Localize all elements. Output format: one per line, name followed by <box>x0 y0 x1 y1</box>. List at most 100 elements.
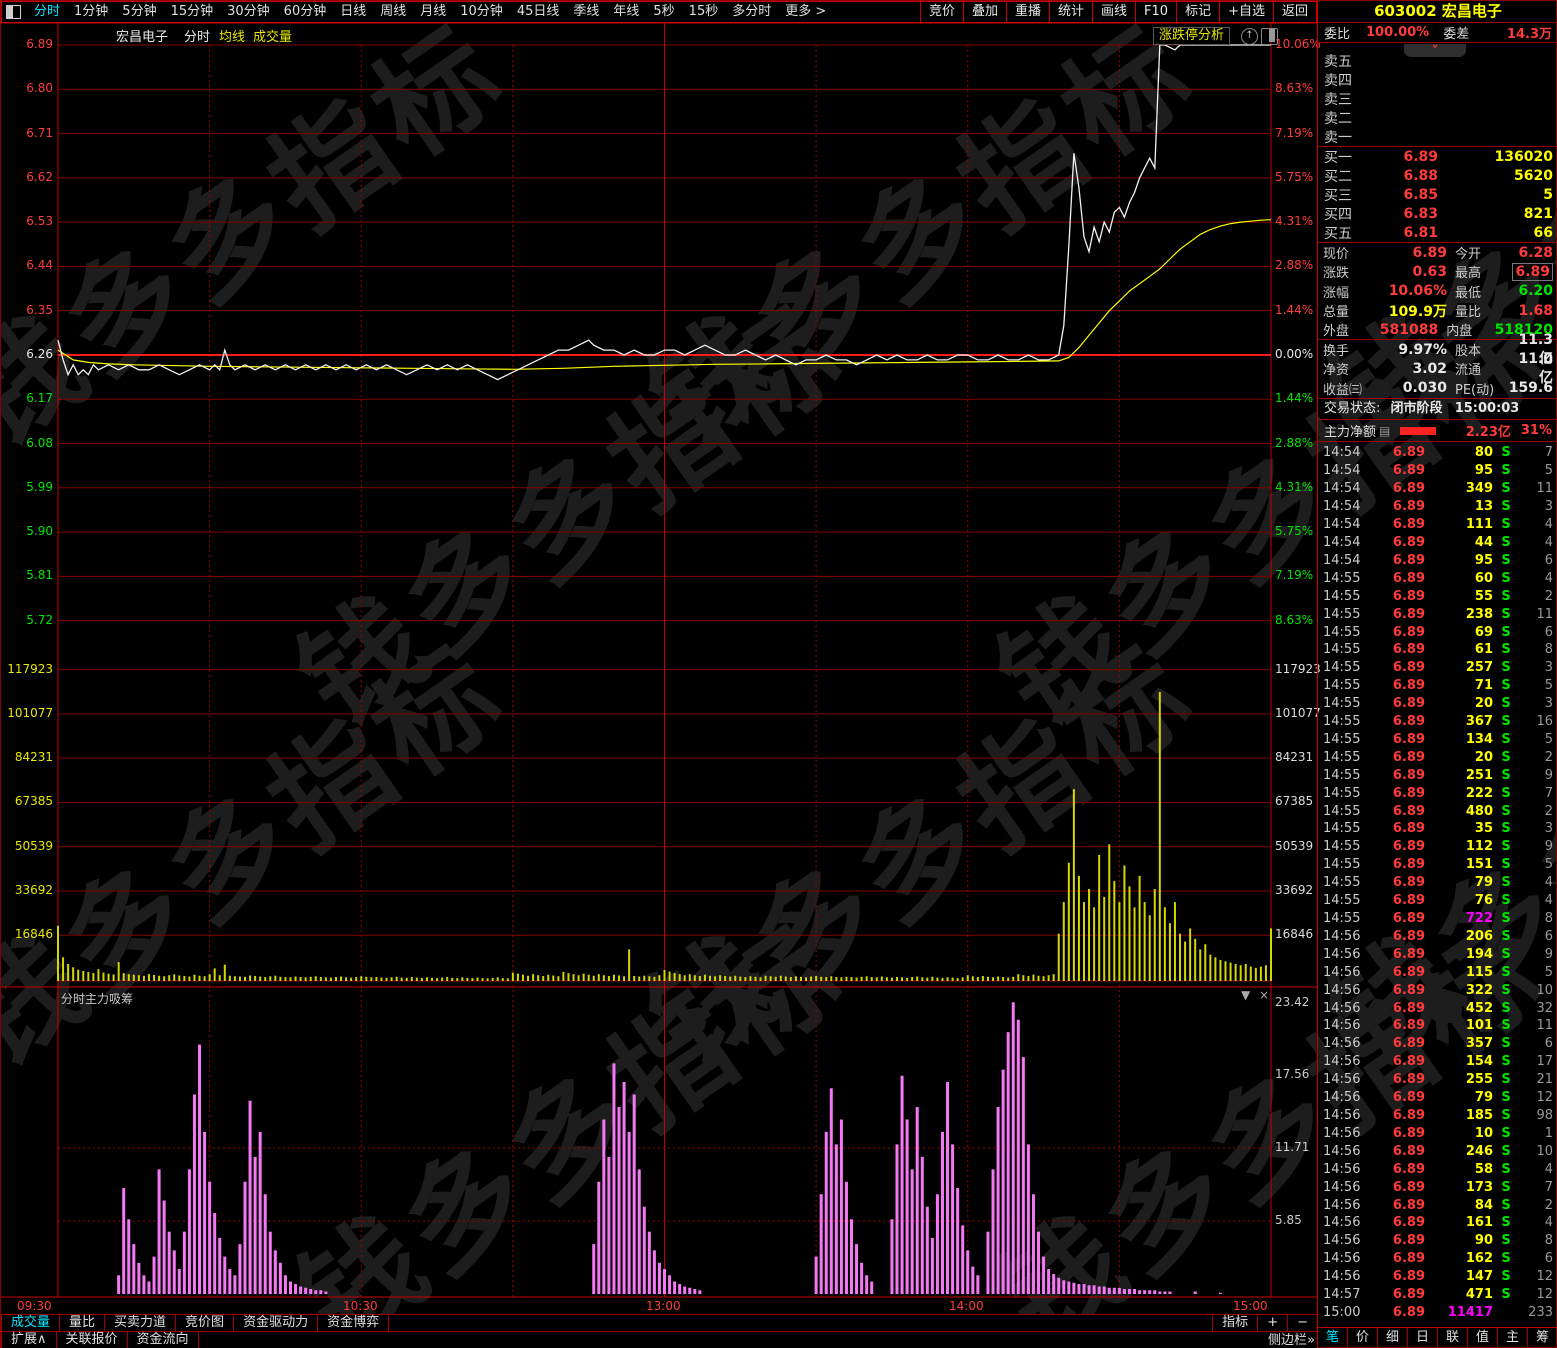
trade-row[interactable]: 14:56 6.89 452 S 32 <box>1318 999 1557 1017</box>
indicator-tab[interactable]: 买卖力道 <box>105 1315 177 1332</box>
buy-level-row[interactable]: 买二 6.88 5620 <box>1318 166 1557 185</box>
trade-row[interactable]: 14:56 6.89 173 S 7 <box>1318 1178 1557 1196</box>
period-tab[interactable]: 日线 <box>333 2 373 22</box>
trade-row[interactable]: 14:57 6.89 471 S 12 <box>1318 1286 1557 1304</box>
period-tab[interactable]: 60分钟 <box>277 2 334 22</box>
trade-row[interactable]: 14:55 6.89 722 S 8 <box>1318 910 1557 928</box>
trade-row[interactable]: 14:56 6.89 90 S 8 <box>1318 1232 1557 1250</box>
trade-row[interactable]: 14:56 6.89 357 S 6 <box>1318 1035 1557 1053</box>
toolbar-button[interactable]: 叠加 <box>962 2 1006 22</box>
trade-row[interactable]: 14:55 6.89 20 S 2 <box>1318 748 1557 766</box>
period-tab[interactable]: 更多 > <box>778 2 833 22</box>
trade-row[interactable]: 14:55 6.89 134 S 5 <box>1318 731 1557 749</box>
indicator-tab[interactable]: 量比 <box>60 1315 106 1332</box>
trade-row[interactable]: 14:54 6.89 80 S 7 <box>1318 444 1557 462</box>
sell-level-row[interactable]: 卖四 <box>1318 70 1557 89</box>
period-tab[interactable]: 1分钟 <box>67 2 115 22</box>
trade-row[interactable]: 14:54 6.89 349 S 11 <box>1318 480 1557 498</box>
trade-row[interactable]: 14:55 6.89 367 S 16 <box>1318 713 1557 731</box>
period-tab[interactable]: 30分钟 <box>220 2 277 22</box>
indicator-remove-button[interactable]: − <box>1287 1315 1317 1332</box>
sell-level-row[interactable]: 卖二 <box>1318 109 1557 128</box>
indicator-tab[interactable]: 成交量 <box>1 1315 61 1332</box>
trade-row[interactable]: 14:55 6.89 61 S 8 <box>1318 641 1557 659</box>
period-tab[interactable]: 多分时 <box>725 2 778 22</box>
toolbar-button[interactable]: 重播 <box>1005 2 1049 22</box>
trade-row[interactable]: 14:54 6.89 95 S 5 <box>1318 462 1557 480</box>
trade-row[interactable]: 14:55 6.89 251 S 9 <box>1318 766 1557 784</box>
panel-tab[interactable]: 值 <box>1468 1328 1498 1348</box>
trade-row[interactable]: 14:56 6.89 161 S 4 <box>1318 1214 1557 1232</box>
panel-tab[interactable]: 日 <box>1408 1328 1438 1348</box>
trade-row[interactable]: 14:56 6.89 84 S 2 <box>1318 1196 1557 1214</box>
trade-row[interactable]: 14:55 6.89 257 S 3 <box>1318 659 1557 677</box>
indicator-label[interactable]: 指标 <box>1212 1315 1257 1332</box>
buy-level-row[interactable]: 买一 6.89 136020 <box>1318 147 1557 166</box>
toolbar-button[interactable]: 统计 <box>1049 2 1092 22</box>
trade-row[interactable]: 14:54 6.89 44 S 4 <box>1318 534 1557 552</box>
period-tab[interactable]: 10分钟 <box>453 2 510 22</box>
trade-row[interactable]: 14:55 6.89 112 S 9 <box>1318 838 1557 856</box>
period-tab[interactable]: 年线 <box>606 2 646 22</box>
collapse-panel-icon[interactable]: ▼ <box>1241 988 1250 1002</box>
period-tab[interactable]: 季线 <box>566 2 606 22</box>
indicator-tab[interactable]: 资金驱动力 <box>234 1315 319 1332</box>
toolbar-button[interactable]: 标记 <box>1176 2 1219 22</box>
trade-row[interactable]: 14:55 6.89 222 S 7 <box>1318 784 1557 802</box>
close-panel-icon[interactable]: × <box>1259 988 1269 1002</box>
trade-row[interactable]: 14:55 6.89 79 S 4 <box>1318 874 1557 892</box>
trade-row[interactable]: 14:55 6.89 69 S 6 <box>1318 623 1557 641</box>
indicator-tab[interactable]: 竞价图 <box>176 1315 235 1332</box>
period-tab[interactable]: 5秒 <box>646 2 681 22</box>
period-tab[interactable]: 15秒 <box>682 2 726 22</box>
extension-tab[interactable]: 关联报价 <box>57 1332 128 1348</box>
trade-row[interactable]: 14:56 6.89 162 S 6 <box>1318 1250 1557 1268</box>
trade-row[interactable]: 14:55 6.89 480 S 2 <box>1318 802 1557 820</box>
limit-analysis-button[interactable]: 涨跌停分析 <box>1153 27 1231 45</box>
trade-row[interactable]: 14:55 6.89 151 S 5 <box>1318 856 1557 874</box>
trade-row[interactable]: 14:56 6.89 255 S 21 <box>1318 1071 1557 1089</box>
indicator-tab[interactable]: 资金博弈 <box>318 1315 390 1332</box>
trade-row[interactable]: 14:56 6.89 58 S 4 <box>1318 1160 1557 1178</box>
trade-row[interactable]: 14:56 6.89 154 S 17 <box>1318 1053 1557 1071</box>
toolbar-button[interactable]: 画线 <box>1092 2 1135 22</box>
window-toggle-icon[interactable] <box>6 5 21 19</box>
trade-row[interactable]: 14:55 6.89 35 S 3 <box>1318 820 1557 838</box>
sell-level-row[interactable]: 卖一 <box>1318 128 1557 147</box>
panel-tab[interactable]: 细 <box>1378 1328 1408 1348</box>
period-tab[interactable]: 月线 <box>413 2 453 22</box>
period-tab[interactable]: 周线 <box>373 2 413 22</box>
trade-row[interactable]: 14:56 6.89 185 S 98 <box>1318 1107 1557 1125</box>
indicator-add-button[interactable]: + <box>1257 1315 1287 1332</box>
trade-row[interactable]: 14:55 6.89 76 S 4 <box>1318 892 1557 910</box>
chart-overlay-label[interactable]: 均线 <box>219 26 245 45</box>
extension-tab[interactable]: 扩展∧ <box>1 1332 57 1348</box>
trade-row[interactable]: 14:56 6.89 10 S 1 <box>1318 1124 1557 1142</box>
buy-level-row[interactable]: 买四 6.83 821 <box>1318 205 1557 224</box>
sidebar-toggle[interactable]: 侧边栏» <box>1268 1332 1315 1348</box>
toolbar-button[interactable]: F10 <box>1135 2 1176 22</box>
list-icon[interactable]: ▤ <box>1379 424 1390 438</box>
period-tab[interactable]: 15分钟 <box>164 2 221 22</box>
orderbook-collapse-button[interactable]: ⌄ ⌄ <box>1404 40 1466 57</box>
period-tab[interactable]: 分时 <box>27 2 67 22</box>
buy-level-row[interactable]: 买三 6.85 5 <box>1318 185 1557 204</box>
period-tab[interactable]: 45日线 <box>510 2 567 22</box>
trade-row[interactable]: 14:56 6.89 246 S 10 <box>1318 1142 1557 1160</box>
trade-row[interactable]: 14:56 6.89 322 S 10 <box>1318 981 1557 999</box>
panel-tab[interactable]: 联 <box>1438 1328 1468 1348</box>
trade-row[interactable]: 14:54 6.89 111 S 4 <box>1318 516 1557 534</box>
buy-level-row[interactable]: 买五 6.81 66 <box>1318 224 1557 243</box>
trade-row[interactable]: 14:55 6.89 55 S 2 <box>1318 587 1557 605</box>
trade-row[interactable]: 14:55 6.89 60 S 4 <box>1318 569 1557 587</box>
trade-list[interactable]: 14:54 6.89 80 S 7 14:54 6.89 95 S 5 14:5… <box>1318 442 1557 1326</box>
trade-row[interactable]: 14:56 6.89 194 S 9 <box>1318 945 1557 963</box>
extension-tab[interactable]: 资金流向 <box>128 1332 199 1348</box>
toolbar-button[interactable]: +自选 <box>1219 2 1273 22</box>
panel-tab[interactable]: 筹 <box>1528 1328 1557 1348</box>
toolbar-button[interactable]: 返回 <box>1272 2 1316 22</box>
panel-tab[interactable]: 主 <box>1498 1328 1528 1348</box>
trade-row[interactable]: 15:00 6.89 11417 233 <box>1318 1304 1557 1322</box>
trade-row[interactable]: 14:56 6.89 101 S 11 <box>1318 1017 1557 1035</box>
trade-row[interactable]: 14:56 6.89 115 S 5 <box>1318 963 1557 981</box>
